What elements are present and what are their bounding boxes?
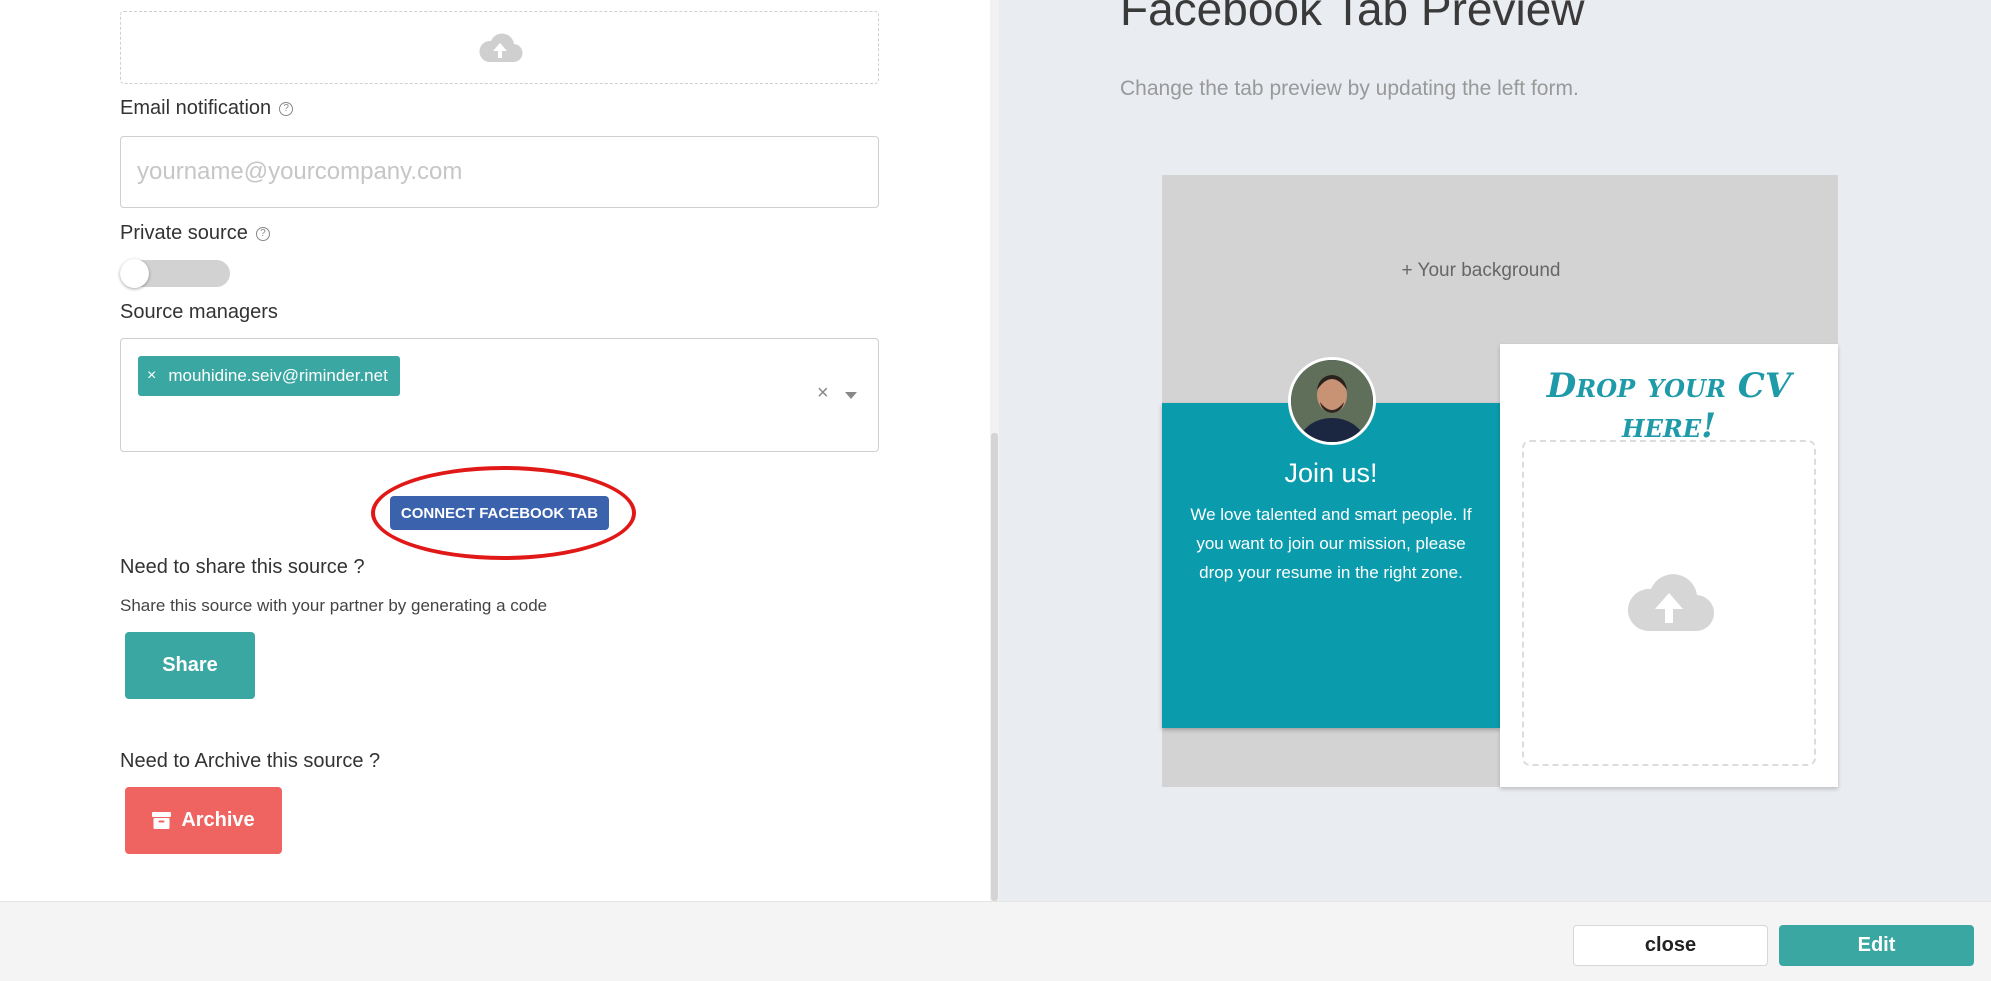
- preview-title: Facebook Tab Preview: [1120, 0, 1585, 35]
- chevron-down-icon[interactable]: [845, 392, 857, 399]
- toggle-knob: [120, 259, 149, 288]
- archive-button-label: Archive: [181, 809, 255, 831]
- cloud-upload-icon: [478, 33, 523, 62]
- archive-box-icon: [152, 812, 172, 829]
- source-managers-select[interactable]: × mouhidine.seiv@riminder.net ×: [120, 338, 879, 452]
- drop-cv-card: Drop your CV here!: [1500, 344, 1838, 787]
- join-us-card: Join us! We love talented and smart peop…: [1162, 357, 1500, 728]
- background-label: + Your background: [1401, 260, 1561, 281]
- share-section-text: Share this source with your partner by g…: [120, 596, 548, 615]
- archive-section-title: Need to Archive this source ?: [120, 750, 381, 772]
- question-circle-icon[interactable]: ?: [255, 226, 270, 241]
- form-scrollbar[interactable]: [990, 0, 999, 901]
- manager-tag: × mouhidine.seiv@riminder.net: [138, 356, 400, 396]
- tag-remove-icon[interactable]: ×: [147, 367, 156, 385]
- manager-tag-label: mouhidine.seiv@riminder.net: [168, 366, 388, 385]
- preview-subtitle: Change the tab preview by updating the l…: [1120, 77, 1579, 100]
- source-form-panel: Email notification ? Private source ? So…: [0, 0, 990, 901]
- facebook-tab-preview-panel: Facebook Tab Preview Change the tab prev…: [999, 0, 1991, 901]
- email-notification-input[interactable]: [120, 136, 879, 208]
- edit-button[interactable]: Edit: [1779, 925, 1974, 966]
- share-button[interactable]: Share: [125, 632, 255, 699]
- drop-cv-title: Drop your CV here!: [1546, 366, 1792, 446]
- email-notification-label: Email notification ?: [120, 97, 294, 120]
- private-source-label: Private source ?: [120, 222, 270, 245]
- question-circle-icon[interactable]: ?: [279, 101, 294, 116]
- logo-upload-zone[interactable]: [120, 11, 879, 84]
- cloud-upload-icon: [1627, 574, 1715, 632]
- modal-footer: close Edit: [0, 901, 1991, 981]
- join-us-text: We love talented and smart people. If yo…: [1190, 505, 1472, 582]
- join-us-title: Join us!: [1284, 458, 1378, 488]
- avatar: [1288, 357, 1376, 445]
- highlight-annotation-ellipse: [371, 466, 636, 560]
- clear-selection-icon[interactable]: ×: [817, 383, 829, 403]
- archive-button[interactable]: Archive: [125, 787, 282, 854]
- avatar-portrait: [1291, 360, 1373, 442]
- share-section-title: Need to share this source ?: [120, 556, 365, 578]
- close-button[interactable]: close: [1573, 925, 1768, 966]
- cv-drop-zone[interactable]: [1522, 440, 1816, 766]
- private-source-toggle[interactable]: [120, 259, 230, 288]
- source-managers-label: Source managers: [120, 301, 278, 323]
- scrollbar-thumb[interactable]: [991, 433, 998, 901]
